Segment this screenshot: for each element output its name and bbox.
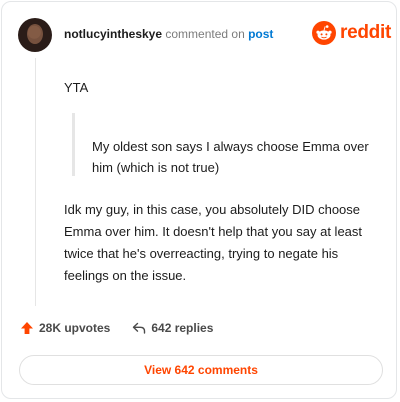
- quoted-text: My oldest son says I always choose Emma …: [92, 139, 369, 175]
- reddit-logo[interactable]: reddit: [312, 21, 391, 45]
- replies-stat[interactable]: 642 replies: [132, 321, 213, 335]
- comment-stats: 28K upvotes 642 replies: [20, 321, 213, 335]
- username-link[interactable]: notlucyintheskye: [64, 27, 162, 41]
- avatar[interactable]: [18, 18, 52, 52]
- upvote-arrow-icon: [21, 322, 33, 334]
- reddit-snoo-icon: [312, 21, 336, 45]
- quote-bar: [72, 113, 75, 176]
- replies-count: 642 replies: [151, 321, 214, 335]
- comment-card: notlucyintheskye commented on post reddi…: [1, 1, 397, 399]
- comment-header: notlucyintheskye commented on post: [64, 26, 273, 42]
- reply-arrow-icon: [133, 322, 146, 334]
- view-comments-button[interactable]: View 642 comments: [19, 355, 383, 385]
- upvote-stat[interactable]: 28K upvotes: [20, 321, 110, 335]
- comment-verdict: YTA: [64, 80, 89, 95]
- action-text: commented on: [162, 27, 249, 41]
- thread-line[interactable]: [35, 58, 36, 306]
- comment-body: Idk my guy, in this case, you absolutely…: [64, 202, 363, 283]
- upvote-count: 28K upvotes: [39, 321, 111, 335]
- post-link[interactable]: post: [248, 27, 273, 41]
- reddit-wordmark: reddit: [340, 22, 391, 43]
